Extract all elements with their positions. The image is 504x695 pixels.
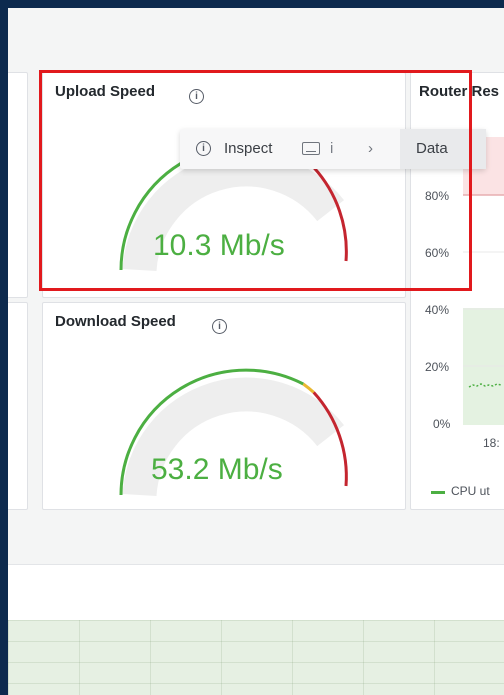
menu-item-shortcut: i [330, 140, 334, 157]
download-speed-value: 53.2 Mb/s [151, 453, 283, 486]
menu-item-inspect[interactable]: Inspect [224, 129, 272, 169]
gauge-band-yellow [302, 382, 315, 394]
info-icon: i [196, 141, 211, 156]
download-speed-panel[interactable]: Download Speed i 53.2 Mb/s [42, 302, 406, 510]
x-tick-label: 18: [483, 436, 500, 450]
dashboard-header-strip [8, 8, 504, 72]
panel-context-menu: i Inspect i › Data [180, 129, 486, 169]
chevron-right-icon: › [368, 140, 373, 157]
legend-label[interactable]: CPU ut [451, 484, 490, 498]
legend-swatch [431, 491, 445, 494]
y-tick-label: 20% [425, 360, 450, 374]
y-tick-label: 0% [433, 417, 451, 431]
left-panel-top [8, 72, 28, 298]
y-tick-label: 40% [425, 303, 450, 317]
bottom-chart-area [8, 620, 504, 695]
upload-speed-gauge [119, 143, 348, 272]
keyboard-icon [302, 142, 320, 155]
upload-speed-panel[interactable]: Upload Speed i 10.3 Mb/s [42, 72, 406, 298]
menu-item-data[interactable]: Data [400, 129, 486, 169]
dashboard-frame: Upload Speed i 10.3 Mb/s Router Res 80% … [8, 8, 504, 695]
y-tick-label: 60% [425, 246, 450, 260]
left-panel-bottom [8, 302, 28, 510]
y-tick-label: 80% [425, 189, 450, 203]
upload-speed-value: 10.3 Mb/s [153, 229, 285, 262]
